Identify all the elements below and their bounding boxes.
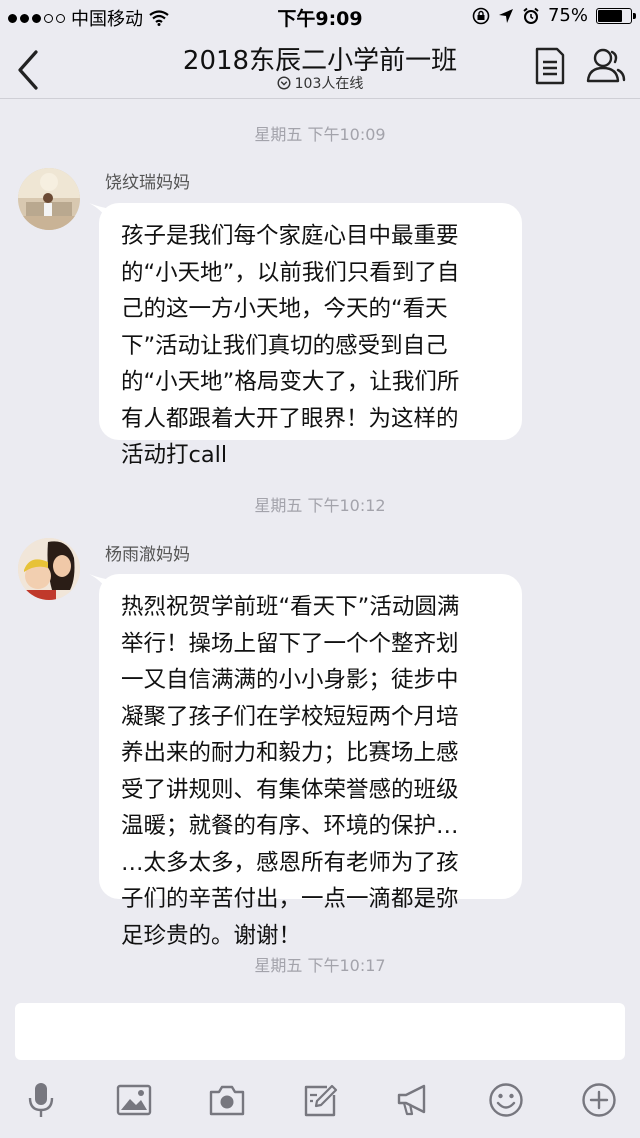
message-text-line: 子们的辛苦付出，一点一滴都是弥 — [121, 886, 459, 912]
camera-button[interactable] — [203, 1076, 251, 1124]
message-timestamp: 星期五 下午10:17 — [254, 956, 386, 975]
message-text-line: 养出来的耐力和毅力；比赛场上感 — [121, 740, 459, 766]
battery-level — [598, 9, 622, 22]
message-text-line: 凝聚了孩子们在学校短短两个月培 — [121, 703, 459, 730]
rotation-lock-icon — [472, 7, 490, 24]
message-text-line: 下”活动让我们真切的感受到自己 — [121, 332, 448, 359]
message-text-line: …太多太多，感恩所有老师为了孩 — [121, 849, 459, 876]
message-text-line: 的“小天地”，以前我们只看到了自 — [121, 259, 460, 286]
group-notice-button[interactable] — [528, 44, 572, 88]
location-icon — [498, 8, 513, 23]
message-text-line: 受了讲规则、有集体荣誉感的班级 — [121, 776, 459, 803]
message-text-line: 热烈祝贺学前班“看天下”活动圆满 — [121, 594, 460, 620]
emoji-icon — [489, 1083, 523, 1117]
message-text-line: 一又自信满满的小小身影；徒步中 — [121, 667, 459, 693]
microphone-icon — [28, 1083, 54, 1117]
message-text-line: 己的这一方小天地，今天的“看天 — [121, 296, 448, 322]
person-icon — [586, 48, 626, 83]
online-status-icon — [277, 76, 291, 90]
megaphone-icon — [397, 1084, 426, 1116]
message-bubble[interactable]: 热烈祝贺学前班“看天下”活动圆满 举行！操场上留下了一个个整齐划 一又自信满满的… — [99, 574, 522, 949]
message-text-line: 足珍贵的。谢谢！ — [121, 922, 302, 949]
message-timestamp: 星期五 下午10:12 — [254, 496, 386, 515]
message-text-line: 有人都跟着大开了眼界！为这样的 — [121, 405, 459, 432]
avatar[interactable] — [18, 168, 80, 230]
message-bubble[interactable]: 孩子是我们每个家庭心目中最重要 的“小天地”，以前我们只看到了自 己的这一方小天… — [99, 203, 522, 468]
emoji-button[interactable] — [482, 1076, 530, 1124]
document-icon — [535, 47, 565, 85]
nav-bar: 2018东辰二小学前一班 103人在线 — [0, 34, 640, 99]
message-text-line: 活动打call — [121, 442, 228, 468]
message-text-line: 温暖；就餐的有序、环境的保护… — [121, 813, 459, 839]
voice-button[interactable] — [17, 1076, 65, 1124]
edit-button[interactable] — [296, 1076, 344, 1124]
battery-percent: 75% — [547, 5, 588, 26]
plus-icon — [582, 1083, 616, 1117]
edit-icon — [304, 1084, 338, 1117]
input-toolbar — [0, 1068, 640, 1132]
message-text-line: 的“小天地”格局变大了，让我们所 — [121, 369, 460, 395]
avatar-image — [18, 168, 80, 230]
sender-name: 杨雨澈妈妈 — [105, 545, 190, 565]
message-text-line: 孩子是我们每个家庭心目中最重要 — [121, 223, 459, 249]
alarm-icon — [523, 7, 539, 24]
announcement-button[interactable] — [389, 1076, 437, 1124]
battery-icon — [596, 7, 636, 24]
sender-name: 饶纹瑞妈妈 — [105, 173, 190, 193]
message-text-line: 举行！操场上留下了一个个整齐划 — [121, 630, 459, 657]
group-members-button[interactable] — [584, 44, 628, 88]
image-button[interactable] — [110, 1076, 158, 1124]
avatar[interactable] — [18, 538, 80, 600]
message-timestamp: 星期五 下午10:09 — [254, 125, 386, 144]
online-count-label: 103人在线 — [294, 76, 364, 92]
status-bar: 中国移动 下午9:09 75% — [0, 0, 640, 34]
image-icon — [116, 1084, 152, 1116]
avatar-image — [18, 538, 80, 600]
camera-icon — [209, 1085, 245, 1116]
message-input[interactable] — [15, 1003, 625, 1060]
more-button[interactable] — [575, 1076, 623, 1124]
